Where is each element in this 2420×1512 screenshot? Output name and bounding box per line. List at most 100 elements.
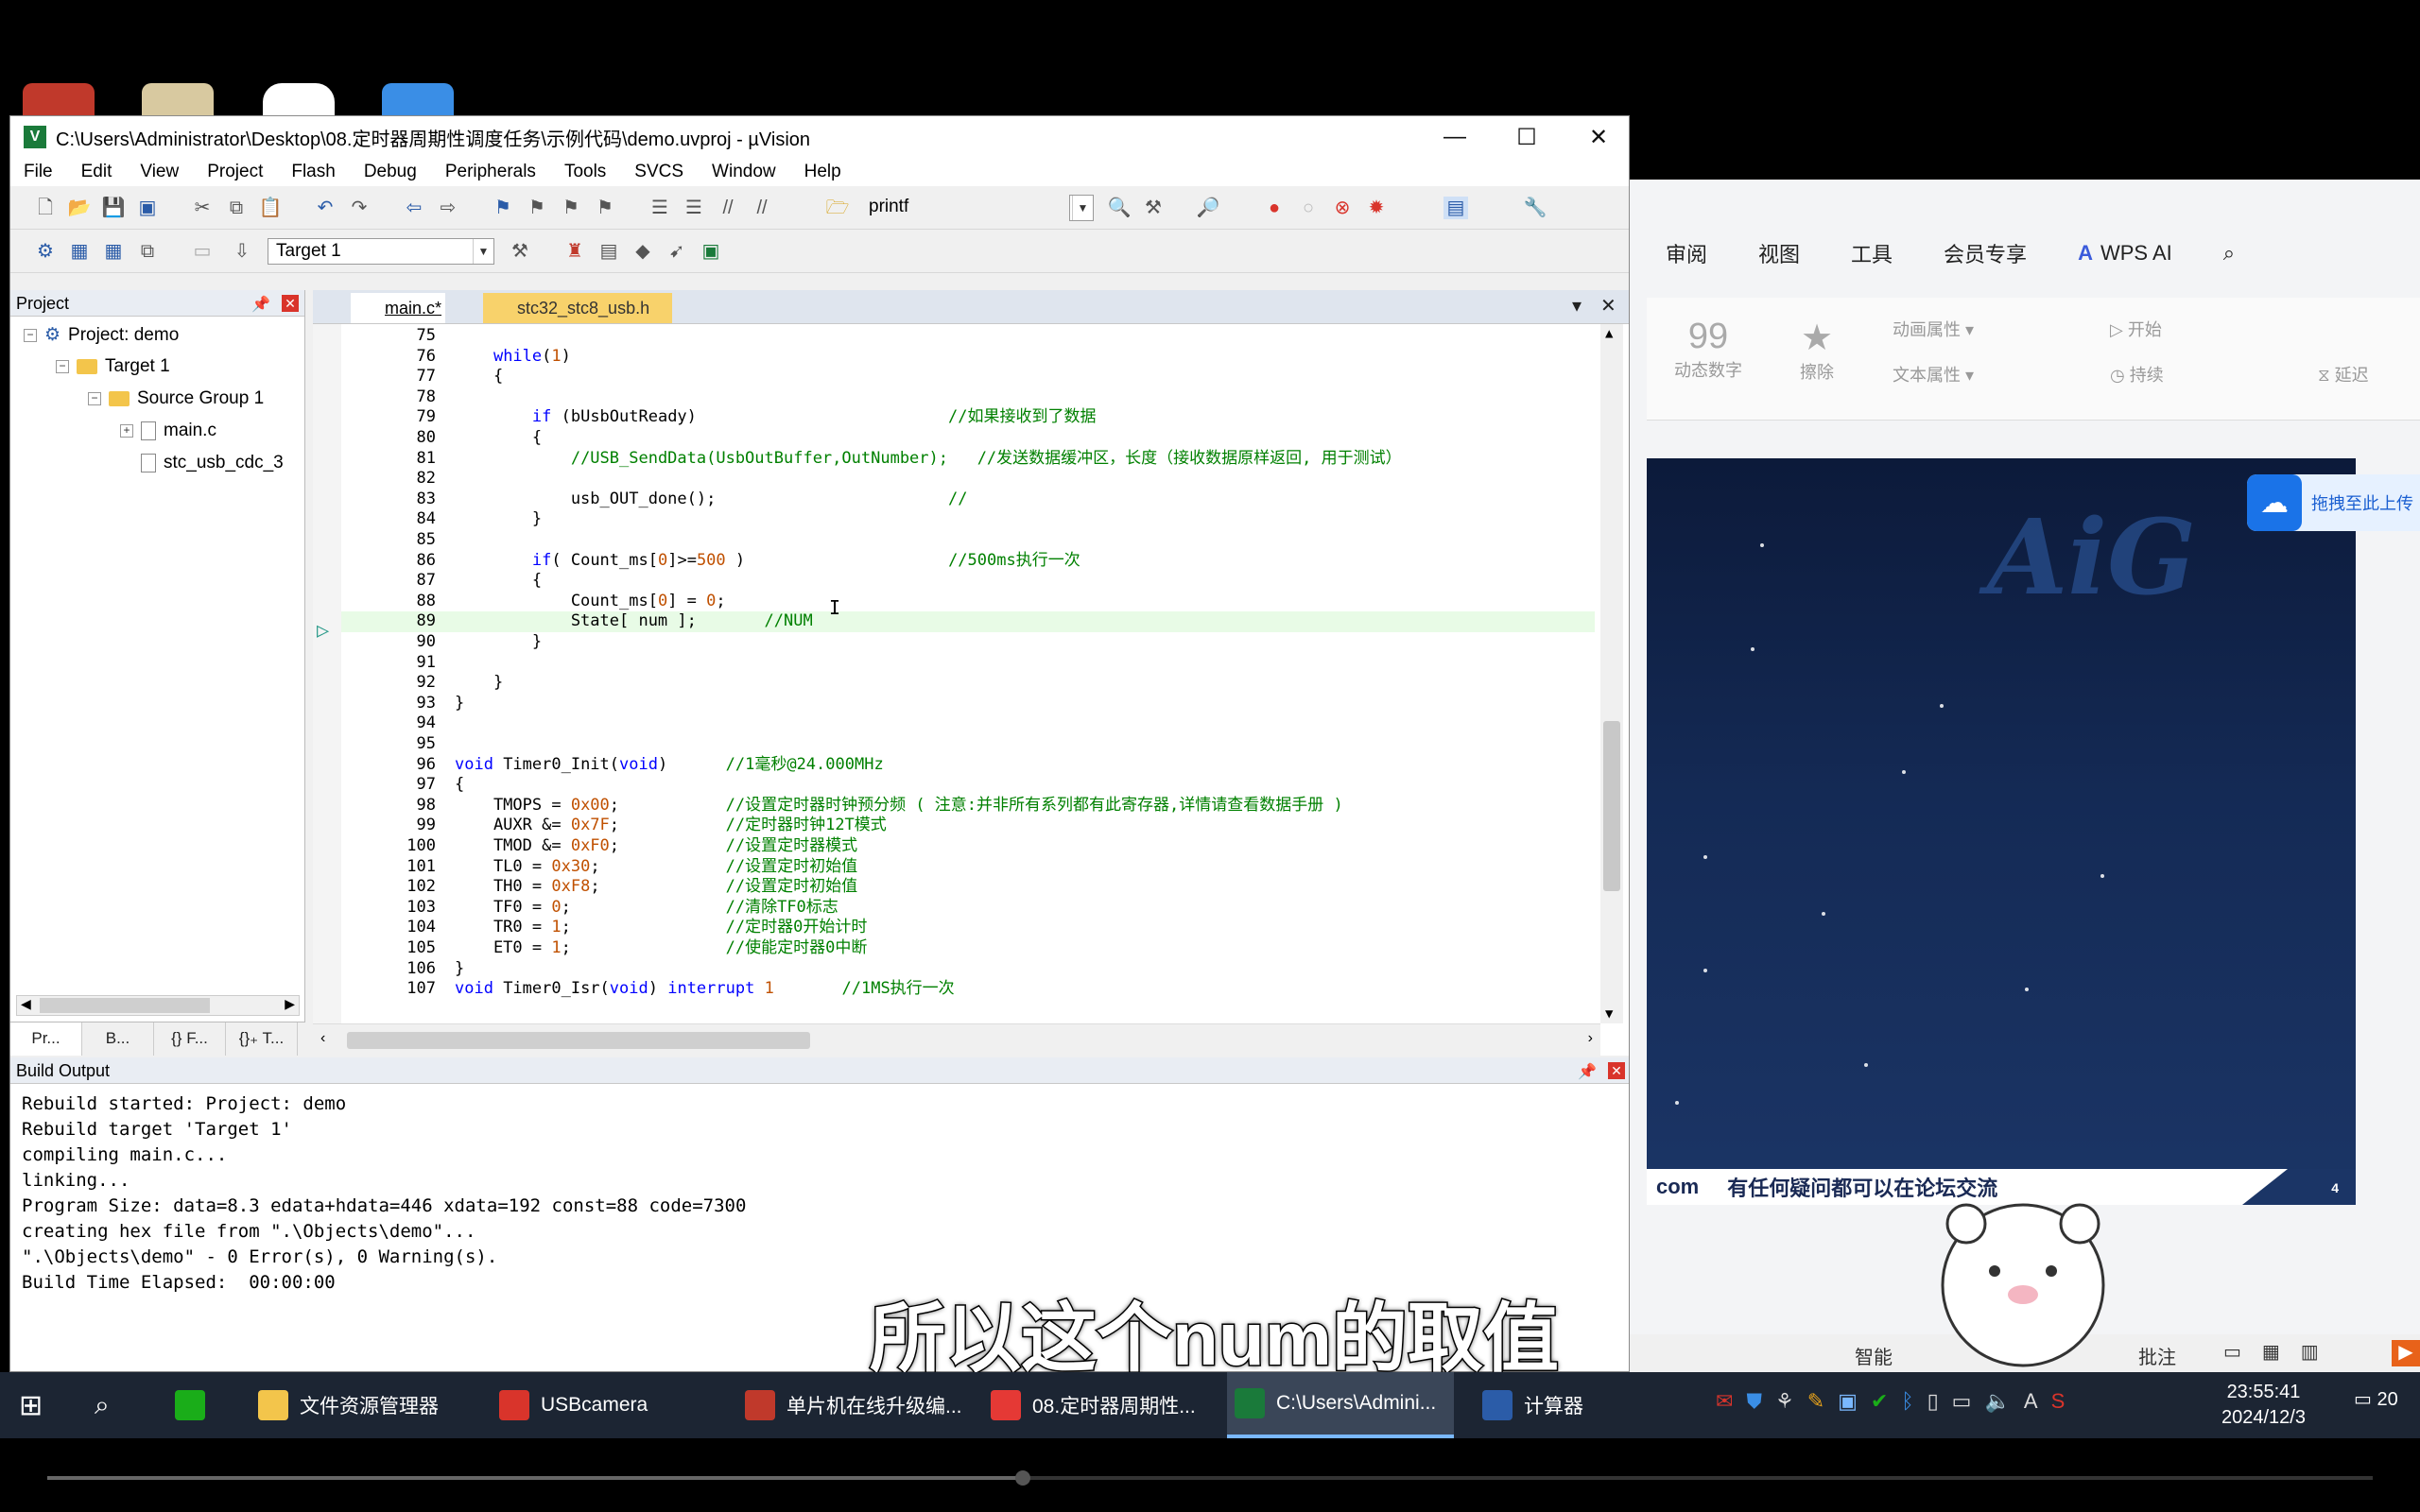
window-layout-icon[interactable]: ▤ [1443, 197, 1468, 219]
code-line[interactable]: { [455, 367, 503, 387]
incremental-find-icon[interactable]: ⚒ [1141, 197, 1166, 219]
code-line[interactable]: Count_ms[0] = 0; [455, 592, 726, 612]
wps-tab-ai[interactable]: A WPS AI [2078, 241, 2172, 266]
scroll-thumb[interactable] [40, 998, 210, 1013]
tray-icon[interactable]: ⛊ [1746, 1389, 1762, 1414]
unindent-icon[interactable]: ☰ [682, 197, 706, 219]
bluetooth-icon[interactable]: ᛒ [1901, 1389, 1913, 1414]
pack-installer-icon[interactable]: ▣ [699, 240, 723, 263]
volume-icon[interactable]: 🔈 [1984, 1389, 2010, 1414]
configure-icon[interactable]: 🔧 [1523, 197, 1547, 219]
project-hscrollbar[interactable]: ◀ ▶ [16, 995, 300, 1016]
breakpoint-insert-icon[interactable]: ● [1262, 197, 1287, 219]
redo-icon[interactable]: ↷ [347, 197, 372, 219]
tray-icon[interactable]: ⚘ [1775, 1389, 1794, 1414]
batch-build-icon[interactable]: ⧉ [135, 240, 160, 263]
code-line[interactable]: TH0 = 0xF8; //设置定时初始值 [455, 877, 857, 898]
tree-item-group[interactable]: − Source Group 1 [88, 388, 264, 409]
code-line[interactable]: } [455, 673, 503, 694]
find-icon[interactable]: 🔍 [1107, 197, 1132, 219]
network-icon[interactable]: ▭ [1952, 1389, 1972, 1414]
build-icon[interactable]: ▦ [67, 240, 92, 263]
target-options-icon[interactable]: ⚒ [508, 240, 532, 263]
tray-icon[interactable]: S [2051, 1389, 2066, 1414]
video-progress-knob[interactable] [1015, 1470, 1030, 1486]
wps-anim-props-button[interactable]: 动画属性 ▾ [1893, 317, 1974, 341]
breakpoint-disable-icon[interactable]: ○ [1296, 197, 1321, 219]
code-line[interactable]: { [455, 775, 464, 796]
close-icon[interactable]: ✕ [1608, 1062, 1625, 1079]
bookmark-clear-icon[interactable]: ⚑ [593, 197, 617, 219]
download-icon[interactable]: ⇩ [230, 240, 254, 263]
scroll-left-icon[interactable]: ‹ [320, 1030, 325, 1047]
code-line[interactable]: void Timer0_Isr(void) interrupt 1 //1MS执… [455, 979, 955, 1000]
taskbar-app-button[interactable]: 文件资源管理器 [251, 1372, 477, 1438]
select-packs-icon[interactable]: ◆ [631, 240, 655, 263]
undo-icon[interactable]: ↶ [313, 197, 337, 219]
bookmark-next-icon[interactable]: ⚑ [559, 197, 583, 219]
wps-status-smart[interactable]: 智能 [1855, 1342, 1893, 1369]
tab-usb-header[interactable]: stc32_stc8_usb.h [483, 293, 672, 323]
code-line[interactable]: { [455, 428, 542, 449]
uncomment-icon[interactable]: // [750, 197, 774, 219]
taskbar-app-button[interactable]: C:\Users\Admini... [1227, 1372, 1454, 1438]
tab-functions[interactable]: {} F... [154, 1022, 226, 1056]
find-combo-dropdown[interactable]: ▼ [1069, 195, 1094, 221]
wps-tab-member[interactable]: 会员专享 [1944, 238, 2027, 268]
save-all-icon[interactable]: ▣ [135, 197, 160, 219]
editor-hscrollbar[interactable]: ‹ › [313, 1023, 1600, 1056]
wps-play-icon[interactable]: ▶ [2392, 1340, 2420, 1366]
bookmark-prev-icon[interactable]: ⚑ [525, 197, 549, 219]
tray-icon[interactable]: ✉ [1716, 1389, 1733, 1414]
cut-icon[interactable]: ✂ [190, 197, 215, 219]
maximize-button[interactable]: ☐ [1491, 116, 1563, 158]
wps-slide[interactable]: AiG com 有任何疑问都可以在论坛交流 4 [1647, 458, 2356, 1205]
code-line[interactable]: //USB_SendData(UsbOutBuffer,OutNumber); … [455, 449, 1402, 470]
rebuild-icon[interactable]: ▦ [101, 240, 126, 263]
target-select[interactable]: Target 1 ▼ [268, 238, 494, 265]
new-file-icon[interactable]: 🗋 [33, 197, 58, 219]
tray-icon[interactable]: ▣ [1838, 1389, 1858, 1414]
code-line[interactable]: void Timer0_Init(void) //1毫秒@24.000MHz [455, 755, 884, 776]
video-progress-bar[interactable] [0, 1438, 2420, 1512]
stop-build-icon[interactable]: ▭ [190, 240, 215, 263]
tree-item-target[interactable]: − Target 1 [56, 356, 170, 377]
menu-project[interactable]: Project [207, 162, 263, 182]
menu-view[interactable]: View [140, 162, 179, 182]
menu-help[interactable]: Help [804, 162, 841, 182]
taskbar-app-button[interactable]: USBcamera [492, 1372, 718, 1438]
collapse-icon[interactable]: − [88, 392, 101, 405]
search-icon[interactable]: ⌕ [2223, 241, 2235, 266]
breakpoint-disable-all-icon[interactable]: ⊗ [1330, 197, 1355, 219]
editor-vscrollbar[interactable]: ▲ ▼ [1600, 324, 1623, 1023]
bookmark-icon[interactable]: ⚑ [491, 197, 515, 219]
code-line[interactable]: AUXR &= 0x7F; //定时器时钟12T模式 [455, 816, 887, 836]
scroll-right-icon[interactable]: › [1588, 1030, 1593, 1047]
wps-text-props-button[interactable]: 文本属性 ▾ [1893, 362, 1974, 387]
manage-project-icon[interactable]: ♜ [562, 240, 587, 263]
code-line[interactable]: if (bUsbOutReady) //如果接收到了数据 [455, 407, 1097, 428]
menu-file[interactable]: File [24, 162, 53, 182]
menu-flash[interactable]: Flash [291, 162, 335, 182]
tab-list-dropdown-icon[interactable]: ▾ [1572, 294, 1582, 318]
code-line[interactable]: State[ num ]; //NUM [455, 611, 813, 632]
notification-center[interactable]: ▭ 20 [2354, 1387, 2398, 1411]
taskbar-app-button[interactable]: 单片机在线升级编... [737, 1372, 974, 1438]
pin-icon[interactable]: 📌 [1578, 1059, 1597, 1086]
tree-item-usb-lib[interactable]: stc_usb_cdc_3 [141, 453, 284, 473]
comment-icon[interactable]: // [716, 197, 740, 219]
cloud-upload-button[interactable]: ☁ 拖拽至此上传 [2247, 474, 2420, 531]
taskbar-app-button[interactable]: 08.定时器周期性... [983, 1372, 1219, 1438]
scroll-thumb[interactable] [347, 1032, 810, 1049]
open-folder-icon[interactable]: 📂 [67, 197, 92, 219]
wps-view-icons[interactable]: ▭▦▥ [2223, 1340, 2340, 1364]
editor-body[interactable]: 75 76 while(1) 77 {78 79 if (bUsbOutReady) … [313, 324, 1629, 1023]
tab-project[interactable]: Pr... [10, 1022, 82, 1056]
tray-icon[interactable]: ✔ [1871, 1389, 1888, 1414]
usb-icon[interactable]: ▯ [1927, 1389, 1939, 1414]
wps-duration-button[interactable]: ◷ 持续 [2110, 362, 2164, 387]
tab-main-c[interactable]: main.c* [351, 293, 445, 323]
code-line[interactable]: TF0 = 0; //清除TF0标志 [455, 898, 838, 919]
menu-svcs[interactable]: SVCS [634, 162, 683, 182]
indent-icon[interactable]: ☰ [648, 197, 672, 219]
